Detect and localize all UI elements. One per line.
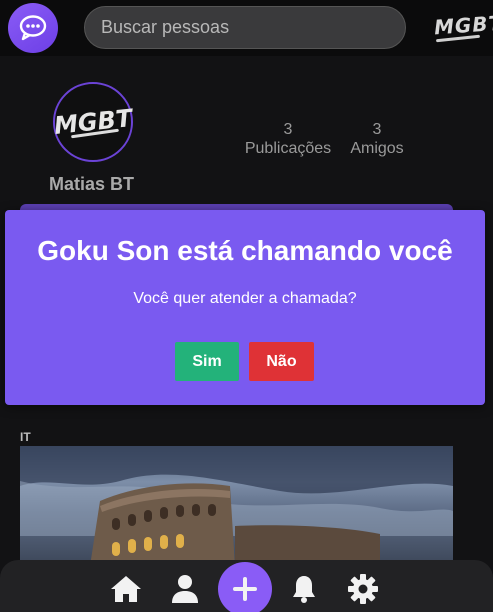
top-header: MGBT xyxy=(0,0,493,56)
dialog-title: Goku Son está chamando você xyxy=(37,235,453,266)
stat-value: 3 xyxy=(372,121,382,138)
decline-call-button[interactable]: Não xyxy=(249,342,314,381)
post-text: IT xyxy=(20,430,31,444)
post-image[interactable] xyxy=(20,446,453,566)
user-icon[interactable] xyxy=(168,572,202,606)
app-page: MGBT MGBT Matias BT 3 Publicações 3 Amig… xyxy=(0,0,493,612)
stat-value: 3 xyxy=(283,121,293,138)
stat-label: Publicações xyxy=(244,140,332,157)
home-icon[interactable] xyxy=(109,572,143,606)
bottom-nav xyxy=(0,560,493,612)
avatar[interactable]: MGBT xyxy=(53,82,133,162)
chat-bubble-icon[interactable] xyxy=(8,3,58,53)
incoming-call-dialog: Goku Son está chamando você Você quer at… xyxy=(5,210,485,405)
plus-icon[interactable] xyxy=(218,562,272,612)
stat-label: Amigos xyxy=(350,140,404,157)
bell-icon[interactable] xyxy=(287,572,321,606)
stat-friends[interactable]: 3 Amigos xyxy=(346,120,408,158)
accept-call-button[interactable]: Sim xyxy=(175,342,239,381)
brand-logo[interactable]: MGBT xyxy=(433,11,493,40)
search-input[interactable] xyxy=(84,6,406,49)
gear-icon[interactable] xyxy=(346,572,380,606)
dialog-question: Você quer atender a chamada? xyxy=(133,290,357,307)
profile-name: Matias BT xyxy=(49,174,135,194)
stat-publications[interactable]: 3 Publicações xyxy=(244,120,332,158)
